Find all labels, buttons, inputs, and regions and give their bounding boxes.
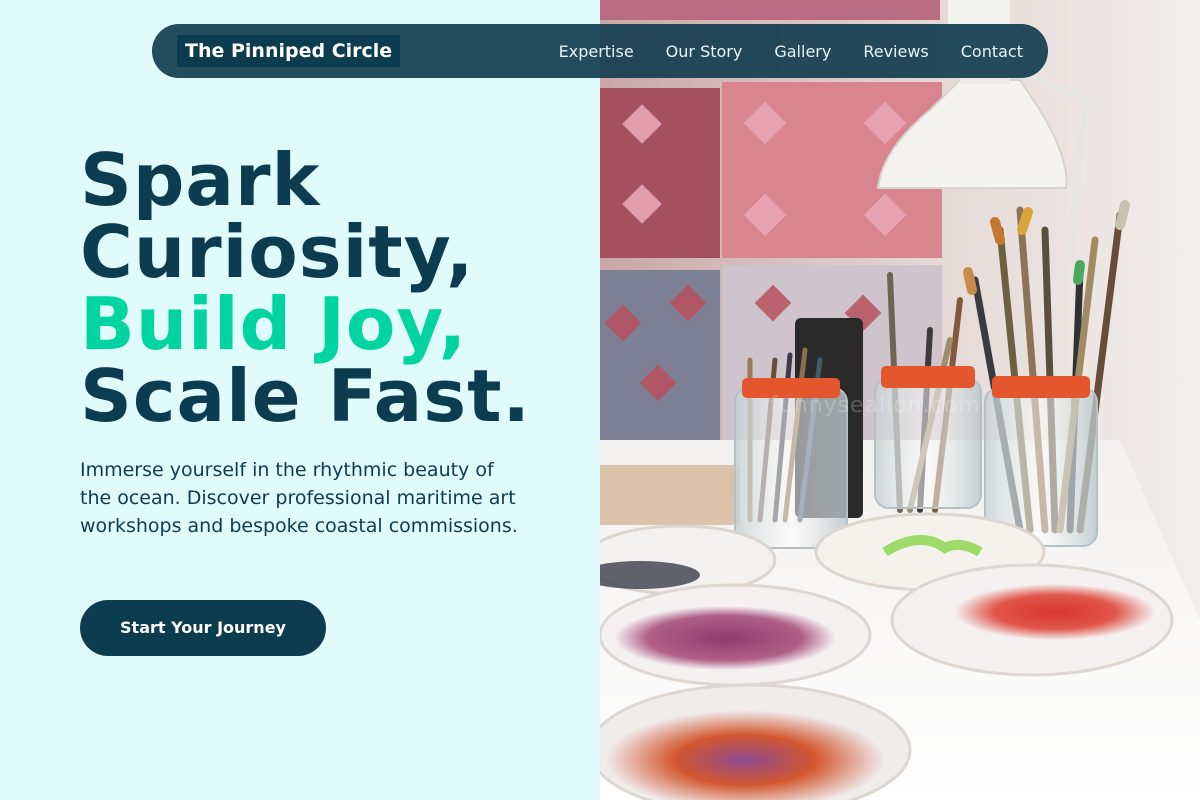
headline-line-3-accent: Build Joy, (80, 282, 468, 366)
hero-subtext: Immerse yourself in the rhythmic beauty … (80, 459, 518, 537)
hero-headline: Spark Curiosity, Build Joy, Scale Fast. (80, 144, 531, 432)
brand-logo[interactable]: The Pinniped Circle (177, 35, 401, 67)
nav-item-reviews[interactable]: Reviews (863, 42, 928, 61)
photo-watermark: funnysealion.com (770, 393, 981, 418)
headline-line-1: Spark (80, 138, 321, 222)
start-journey-button[interactable]: Start Your Journey (80, 600, 326, 656)
headline-line-2: Curiosity, (80, 210, 475, 294)
nav-menu: Expertise Our Story Gallery Reviews Cont… (559, 24, 1023, 78)
nav-item-contact[interactable]: Contact (961, 42, 1023, 61)
nav-item-gallery[interactable]: Gallery (774, 42, 831, 61)
nav-item-our-story[interactable]: Our Story (666, 42, 743, 61)
headline-line-4: Scale Fast. (80, 354, 531, 438)
nav-item-expertise[interactable]: Expertise (559, 42, 634, 61)
top-navbar: The Pinniped Circle Expertise Our Story … (152, 24, 1048, 78)
